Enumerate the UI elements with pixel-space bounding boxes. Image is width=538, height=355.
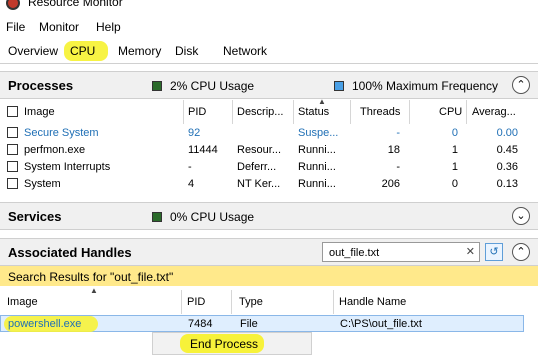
tab-network[interactable]: Network [223, 44, 267, 58]
column-divider [293, 100, 294, 124]
col-image[interactable]: Image [24, 106, 55, 118]
process-pid: 11444 [188, 144, 218, 156]
process-cpu: 1 [451, 144, 458, 156]
max-frequency-legend-icon [334, 81, 344, 91]
col-cpu[interactable]: CPU [439, 106, 462, 118]
col-status[interactable]: Status [298, 106, 329, 118]
processes-title: Processes [8, 78, 74, 93]
cpu-usage-legend-icon [152, 212, 162, 222]
tab-cpu[interactable]: CPU [70, 44, 95, 58]
menu-monitor[interactable]: Monitor [39, 20, 79, 34]
process-status: Runni... [298, 144, 336, 156]
column-divider [231, 290, 232, 314]
select-all-checkbox[interactable] [7, 106, 18, 117]
col-threads[interactable]: Threads [360, 106, 400, 118]
process-image: Secure System [24, 127, 99, 139]
process-pid: 4 [188, 178, 195, 190]
process-average: 0.13 [496, 178, 518, 190]
title-bar: Resource Monitor [0, 0, 538, 14]
process-status: Runni... [298, 178, 336, 190]
row-checkbox[interactable] [7, 127, 18, 138]
process-threads: - [396, 161, 400, 173]
col-pid[interactable]: PID [187, 296, 205, 308]
refresh-search-icon[interactable]: ↺ [485, 243, 503, 261]
tab-overview[interactable]: Overview [8, 44, 58, 58]
col-handle-name[interactable]: Handle Name [339, 296, 406, 308]
sort-caret-icon: ▲ [90, 286, 98, 295]
process-average: 0.45 [496, 144, 518, 156]
column-divider [466, 100, 467, 124]
process-threads: - [396, 127, 400, 139]
handle-type: File [240, 318, 258, 330]
services-header[interactable]: Services 0% CPU Usage ⌄ [0, 202, 538, 230]
tab-bar: Overview CPU Memory Disk Network [0, 40, 538, 64]
table-row[interactable]: System Interrupts - Deferr... Runni... -… [0, 159, 538, 176]
process-pid: - [188, 161, 192, 173]
process-cpu: 1 [451, 161, 458, 173]
expand-services-button[interactable]: ⌄ [512, 207, 530, 225]
sort-caret-icon: ▲ [318, 97, 326, 106]
table-row[interactable]: Secure System 92 Suspe... - 0 0.00 [0, 125, 538, 142]
menu-bar: File Monitor Help [0, 18, 538, 38]
process-average: 0.00 [496, 127, 518, 139]
process-pid: 92 [188, 127, 201, 139]
row-checkbox[interactable] [7, 144, 18, 155]
resource-monitor-icon [6, 0, 20, 10]
row-checkbox[interactable] [7, 161, 18, 172]
process-average: 0.36 [496, 161, 518, 173]
col-pid[interactable]: PID [188, 106, 206, 118]
process-image: perfmon.exe [24, 144, 86, 156]
processes-table: ▲ Image PID Descrip... Status Threads CP… [0, 97, 538, 196]
process-threads: 206 [381, 178, 400, 190]
process-description: NT Ker... [237, 178, 281, 190]
process-status: Suspe... [298, 127, 339, 139]
process-description: Deferr... [237, 161, 277, 173]
table-row[interactable]: System 4 NT Ker... Runni... 206 0 0.13 [0, 176, 538, 193]
process-description: Resour... [237, 144, 282, 156]
search-results-bar: Search Results for "out_file.txt" [0, 266, 538, 286]
handles-search-input[interactable] [327, 245, 457, 260]
column-divider [181, 290, 182, 314]
handle-pid: 7484 [188, 318, 213, 330]
handle-image: powershell.exe [8, 318, 82, 330]
handle-name: C:\PS\out_file.txt [340, 318, 422, 330]
process-cpu: 0 [451, 178, 458, 190]
process-image: System [24, 178, 61, 190]
collapse-handles-button[interactable]: ⌃ [512, 243, 530, 261]
column-divider [409, 100, 410, 124]
col-type[interactable]: Type [239, 296, 263, 308]
column-divider [350, 100, 351, 124]
process-threads: 18 [387, 144, 400, 156]
search-results-label: Search Results for "out_file.txt" [8, 270, 174, 284]
process-image: System Interrupts [24, 161, 111, 173]
collapse-processes-button[interactable]: ⌃ [512, 76, 530, 94]
clear-search-icon[interactable]: ✕ [466, 245, 475, 258]
column-divider [333, 290, 334, 314]
table-row[interactable]: perfmon.exe 11444 Resour... Runni... 18 … [0, 142, 538, 159]
menu-help[interactable]: Help [96, 20, 121, 34]
col-image[interactable]: Image [7, 296, 38, 308]
col-description[interactable]: Descrip... [237, 106, 283, 118]
end-process-menu-item[interactable]: End Process [190, 337, 258, 351]
col-average[interactable]: Averag... [472, 106, 516, 118]
process-status: Runni... [298, 161, 336, 173]
column-divider [232, 100, 233, 124]
tab-disk[interactable]: Disk [175, 44, 198, 58]
process-cpu: 0 [451, 127, 458, 139]
processes-max-frequency: 100% Maximum Frequency [352, 79, 499, 93]
tab-memory[interactable]: Memory [118, 44, 161, 58]
row-checkbox[interactable] [7, 178, 18, 189]
cpu-usage-legend-icon [152, 81, 162, 91]
processes-header[interactable]: Processes 2% CPU Usage 100% Maximum Freq… [0, 71, 538, 99]
handles-search-box: ✕ [322, 242, 480, 262]
column-divider [183, 100, 184, 124]
menu-file[interactable]: File [6, 20, 25, 34]
handles-table-header: ▲ Image PID Type Handle Name [0, 286, 538, 314]
services-title: Services [8, 209, 62, 224]
window-title: Resource Monitor [28, 0, 123, 9]
processes-cpu-usage: 2% CPU Usage [170, 79, 255, 93]
services-cpu-usage: 0% CPU Usage [170, 210, 255, 224]
associated-handles-title: Associated Handles [8, 245, 132, 260]
